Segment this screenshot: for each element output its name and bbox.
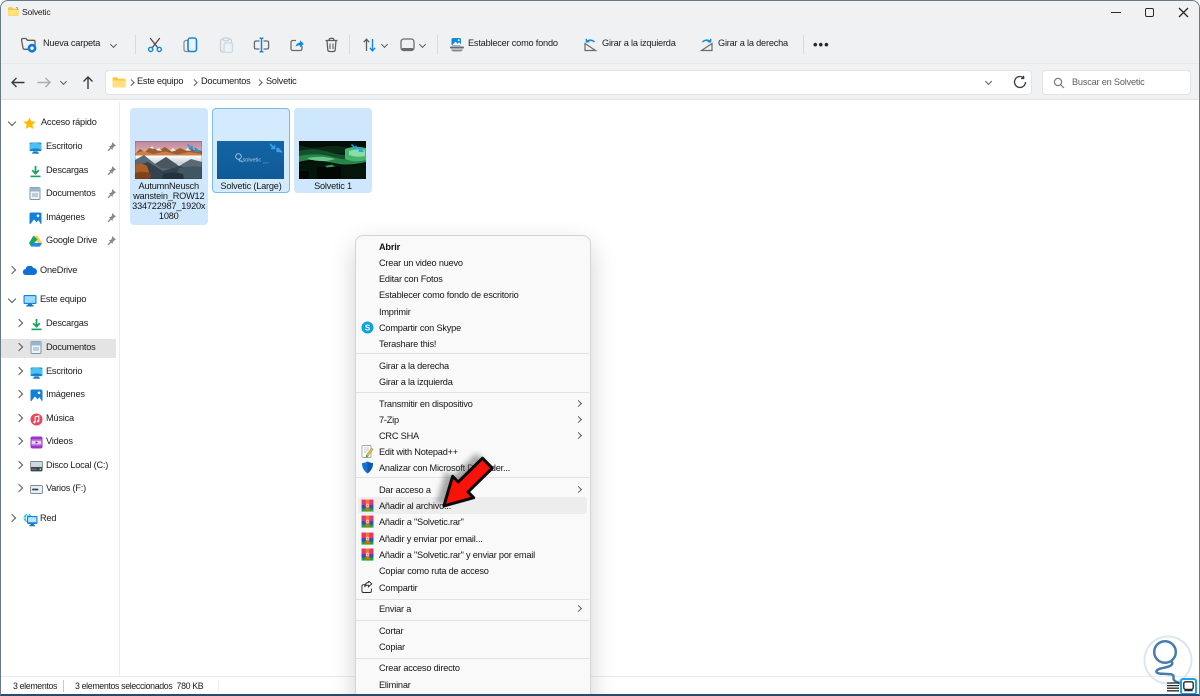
svg-text:solvetic: solvetic bbox=[242, 157, 261, 163]
svg-text:.com: .com bbox=[262, 160, 269, 164]
svg-text:S: S bbox=[365, 323, 371, 332]
